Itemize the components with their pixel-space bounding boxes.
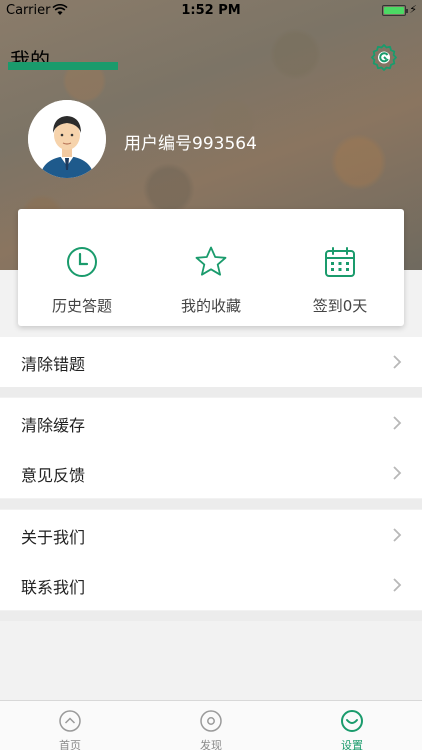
tab-home[interactable]: 首页 (0, 701, 140, 750)
charging-icon: ⚡ (409, 3, 417, 16)
user-avatar-icon (28, 100, 106, 178)
about-us-row[interactable]: 关于我们 (0, 510, 422, 560)
home-icon (59, 710, 81, 732)
stat-favorites-label: 我的收藏 (180, 297, 241, 315)
section-divider (0, 499, 422, 509)
battery-icon (382, 5, 408, 16)
clear-wrong-questions-row[interactable]: 清除错题 (0, 337, 422, 387)
title-underline (8, 62, 118, 70)
tab-discover-label: 发现 (200, 739, 222, 750)
tab-discover[interactable]: 发现 (141, 701, 281, 750)
chevron-right-icon (393, 355, 402, 369)
menu-group-2: 清除缓存 意见反馈 (0, 398, 422, 498)
contact-us-row[interactable]: 联系我们 (0, 560, 422, 610)
chevron-right-icon (393, 528, 402, 542)
tab-bar: 首页 发现 设置 (0, 700, 422, 750)
section-divider (0, 387, 422, 397)
menu-group-1: 清除错题 (0, 337, 422, 387)
calendar-icon (325, 247, 355, 277)
chevron-right-icon (393, 466, 402, 480)
status-bar: Carrier 1:52 PM ⚡ (0, 0, 422, 22)
section-divider (0, 611, 422, 621)
star-icon (195, 246, 227, 276)
gear-icon[interactable] (370, 43, 398, 71)
stats-card: 历史答题 我的收藏 签到0天 (18, 209, 404, 326)
chevron-right-icon (393, 416, 402, 430)
tab-settings-label: 设置 (341, 739, 363, 750)
clock-icon (67, 247, 97, 277)
about-us-label: 关于我们 (21, 528, 86, 547)
feedback-label: 意见反馈 (21, 466, 86, 485)
feedback-row[interactable]: 意见反馈 (0, 448, 422, 498)
stat-history-label: 历史答题 (51, 297, 112, 315)
contact-us-label: 联系我们 (21, 578, 86, 597)
stat-favorites[interactable]: 我的收藏 (147, 209, 275, 326)
discover-icon (200, 710, 222, 732)
menu-group-3: 关于我们 联系我们 (0, 510, 422, 610)
avatar[interactable] (28, 100, 106, 178)
chevron-right-icon (393, 578, 402, 592)
stat-checkin-label: 签到0天 (312, 297, 368, 315)
user-id-label: 用户编号993564 (124, 134, 257, 154)
stat-checkin[interactable]: 签到0天 (276, 209, 404, 326)
tab-settings[interactable]: 设置 (282, 701, 422, 750)
clear-wrong-questions-label: 清除错题 (21, 355, 86, 374)
clear-cache-label: 清除缓存 (21, 416, 86, 435)
clear-cache-row[interactable]: 清除缓存 (0, 398, 422, 448)
tab-home-label: 首页 (59, 739, 81, 750)
status-time: 1:52 PM (181, 3, 241, 18)
settings-icon (341, 710, 363, 732)
stat-history[interactable]: 历史答题 (18, 209, 146, 326)
